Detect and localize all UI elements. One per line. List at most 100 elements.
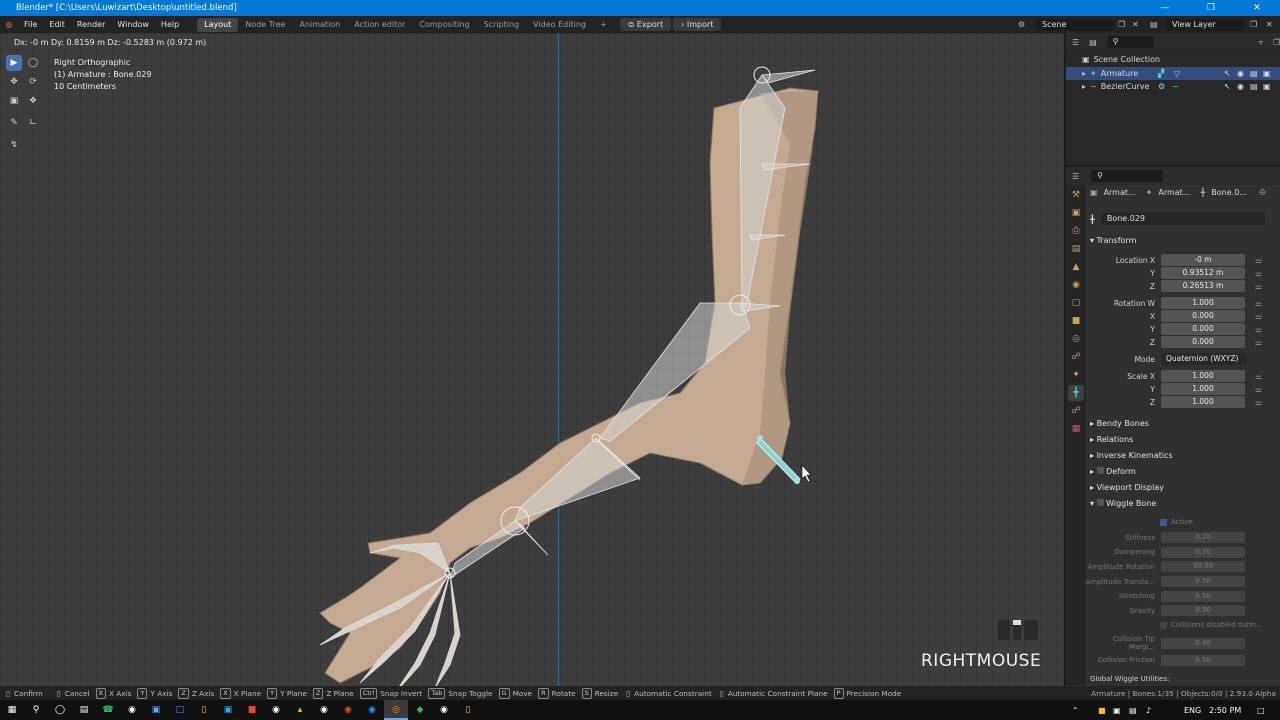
notifications-icon[interactable]: □ (1257, 706, 1265, 715)
pin-icon[interactable]: ✠ (1259, 188, 1266, 197)
scene-field[interactable]: Scene (1036, 18, 1114, 31)
blender-taskbar-icon[interactable]: ◎ (384, 700, 408, 720)
menu-file[interactable]: File (18, 20, 43, 29)
selected-bone-tail[interactable] (794, 478, 800, 484)
armature-data-tab-icon[interactable]: ✦ (1068, 367, 1084, 383)
language-indicator[interactable]: ENG (1184, 706, 1201, 715)
tab-animation[interactable]: Animation (292, 18, 347, 32)
app-yellow-icon[interactable]: ▴ (288, 700, 312, 720)
stiffness-field[interactable]: 0.20 (1161, 532, 1245, 543)
bone-name-field[interactable]: Bone.029 (1100, 213, 1265, 225)
chrome-icon[interactable]: ◉ (120, 700, 144, 720)
display-mode-icon[interactable]: ▤ (1089, 38, 1097, 47)
folder-icon[interactable]: ▯ (456, 700, 480, 720)
tray-icon[interactable]: ▣ (1113, 706, 1121, 715)
wiggle-bone-checkbox[interactable] (1096, 499, 1104, 506)
visibility-icon[interactable]: ◉ (1237, 69, 1244, 78)
outliner-search-input[interactable]: ⚲ (1106, 36, 1154, 48)
stretching-field[interactable]: 0.50 (1161, 590, 1245, 602)
physics-tab-icon[interactable]: ◎ (1068, 331, 1084, 347)
render-toggle-icon[interactable]: ▣ (1263, 82, 1271, 91)
expand-icon[interactable]: ▸ (1082, 82, 1086, 91)
bone-constraint-tab-icon[interactable]: ☍ (1068, 403, 1084, 419)
tab-layout[interactable]: Layout (197, 17, 239, 32)
viewport-toggle-icon[interactable]: ▤ (1250, 69, 1258, 78)
transform-panel-header[interactable]: ▾ Transform (1090, 236, 1136, 245)
export-button[interactable]: ⊜ Export (619, 18, 672, 31)
wiggle-bone-panel[interactable]: ▾ Wiggle Bone (1090, 499, 1156, 508)
tab-scripting[interactable]: Scripting (477, 18, 527, 32)
location-x-field[interactable]: -0 m (1161, 254, 1245, 266)
render-toggle-icon[interactable]: ▣ (1263, 69, 1271, 78)
file-explorer-icon[interactable]: ▯ (192, 700, 216, 720)
select-toggle-icon[interactable]: ↖ (1224, 82, 1231, 91)
arm-model[interactable] (0, 33, 1064, 686)
location-z-field[interactable]: 0.26513 m (1161, 280, 1245, 292)
rotation-w-field[interactable]: 1.000 (1161, 297, 1245, 309)
bone-tab-icon[interactable]: ╋ (1068, 385, 1084, 401)
filter-icon[interactable]: ▿ (1259, 38, 1263, 47)
lock-icon[interactable]: ⚌ (1255, 325, 1262, 334)
search-icon[interactable]: ⚲ (24, 700, 48, 720)
lock-icon[interactable]: ⚌ (1255, 299, 1262, 308)
viewport-display-panel[interactable]: ▸ Viewport Display (1090, 483, 1164, 492)
app-icon[interactable]: ◉ (336, 700, 360, 720)
rotation-x-field[interactable]: 0.000 (1161, 310, 1245, 322)
viewport-toggle-icon[interactable]: ▤ (1250, 82, 1258, 91)
inverse-kinematics-panel[interactable]: ▸ Inverse Kinematics (1090, 451, 1173, 460)
app-icon[interactable]: ◉ (264, 700, 288, 720)
whatsapp-icon[interactable]: ☎ (96, 700, 120, 720)
location-y-field[interactable]: 0.93512 m (1161, 267, 1245, 279)
3d-viewport[interactable]: Dx: -0 m Dy: 0.8159 m Dz: -0.5283 m (0.9… (0, 33, 1064, 686)
remove-view-layer-icon[interactable]: ✕ (1266, 20, 1273, 29)
deform-checkbox[interactable] (1096, 467, 1104, 474)
new-view-layer-icon[interactable]: ❐ (1250, 20, 1257, 29)
collision-tip-margin-field[interactable]: 0.40 (1161, 637, 1245, 649)
lock-icon[interactable]: ⚌ (1255, 398, 1262, 407)
new-scene-icon[interactable]: ❐ (1118, 20, 1125, 29)
gravity-field[interactable]: 0.50 (1161, 605, 1245, 617)
tab-node-tree[interactable]: Node Tree (238, 18, 292, 32)
import-button[interactable]: › Import (673, 18, 722, 31)
lock-icon[interactable]: ⚌ (1255, 312, 1262, 321)
tab-video-editing[interactable]: Video Editing (526, 18, 593, 32)
collection-tab-icon[interactable]: ▢ (1068, 295, 1084, 311)
add-workspace-icon[interactable]: + (593, 18, 614, 32)
app-icon[interactable]: ◉ (360, 700, 384, 720)
object-tab-icon[interactable]: ■ (1068, 313, 1084, 329)
rotation-y-field[interactable]: 0.000 (1161, 323, 1245, 335)
menu-help[interactable]: Help (155, 20, 185, 29)
lock-icon[interactable]: ⚌ (1255, 269, 1262, 278)
rotation-z-field[interactable]: 0.000 (1161, 336, 1245, 348)
photoshop-icon[interactable]: ▣ (216, 700, 240, 720)
tray-icon[interactable]: ■ (1098, 706, 1106, 715)
cortana-icon[interactable]: ◯ (48, 700, 72, 720)
close-icon[interactable]: ✕ (1234, 0, 1280, 16)
app-green-icon[interactable]: ◆ (408, 700, 432, 720)
amplitude-translation-field[interactable]: 0.50 (1161, 576, 1245, 588)
wiggle-active-checkbox[interactable] (1160, 518, 1167, 526)
collisions-checkbox[interactable] (1160, 621, 1167, 629)
editor-type-icon[interactable]: ☰ (1072, 38, 1079, 47)
view-layer-field[interactable]: View Layer (1166, 18, 1244, 31)
outliner-item-armature[interactable]: ▸ ✦ Armature ▞ ▽ ↖ ◉ ▤ ▣ (1066, 67, 1280, 80)
remove-scene-icon[interactable]: ✕ (1132, 20, 1139, 29)
menu-window[interactable]: Window (111, 20, 155, 29)
menu-render[interactable]: Render (71, 20, 111, 29)
lock-icon[interactable]: ⚌ (1255, 282, 1262, 291)
bendy-bones-panel[interactable]: ▸ Bendy Bones (1090, 419, 1149, 428)
dampening-field[interactable]: 0.20 (1161, 546, 1245, 558)
amplitude-rotation-field[interactable]: 30.00 (1161, 561, 1245, 573)
word-icon[interactable]: □ (168, 700, 192, 720)
volume-icon[interactable]: ♪ (1146, 706, 1151, 715)
windows-start-icon[interactable]: ▦ (0, 700, 24, 720)
blender-logo-icon[interactable]: ◎ (0, 20, 18, 29)
world-tab-icon[interactable]: ◉ (1068, 277, 1084, 293)
lock-icon[interactable]: ⚌ (1255, 385, 1262, 394)
app-icon[interactable]: ▣ (144, 700, 168, 720)
expand-icon[interactable]: ▸ (1082, 69, 1086, 78)
select-toggle-icon[interactable]: ↖ (1224, 69, 1231, 78)
collision-friction-field[interactable]: 0.50 (1161, 654, 1245, 666)
scene-collection-row[interactable]: ▣ Scene Collection (1066, 51, 1280, 64)
tab-action-editor[interactable]: Action editor (347, 18, 412, 32)
